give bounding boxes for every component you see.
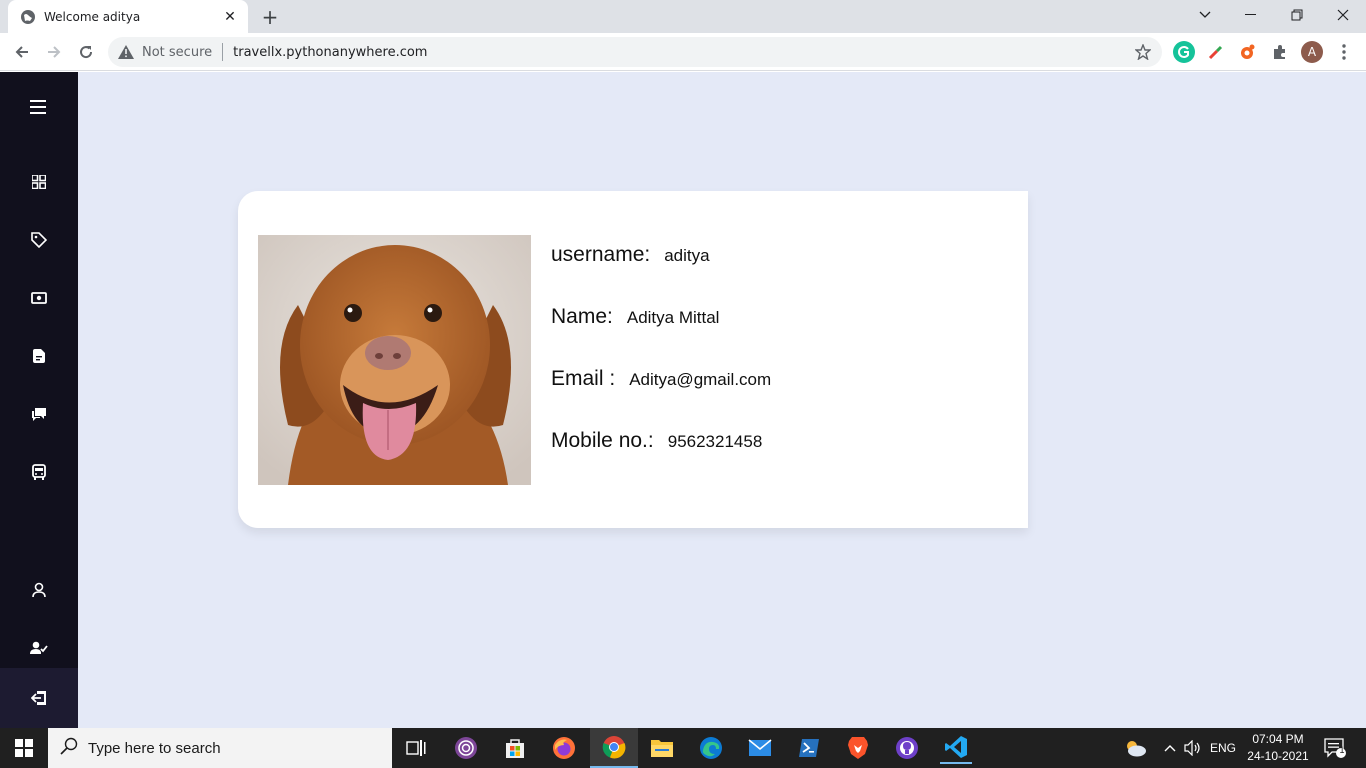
file-icon[interactable] [0,336,78,376]
file-explorer-icon[interactable] [646,732,678,764]
colorpick-extension-icon[interactable] [1205,41,1227,63]
edge-icon[interactable] [695,732,727,764]
search-icon [60,737,78,759]
browser-tab-strip: Welcome aditya ✕ + [0,0,1366,33]
chat-icon[interactable] [0,394,78,434]
taskbar-clock[interactable]: 07:04 PM 24-10-2021 [1240,731,1316,765]
username-label: username: [551,243,651,266]
tag-icon[interactable] [0,220,78,260]
firefox-icon[interactable] [548,732,580,764]
grammarly-icon[interactable] [1173,41,1195,63]
tab-title: Welcome aditya [44,9,141,24]
show-hidden-icons-icon[interactable] [1160,728,1180,768]
microsoft-store-icon[interactable] [499,732,531,764]
address-bar[interactable]: Not secure travellx.pythonanywhere.com [108,37,1162,67]
taskbar: Type here to search ENG 07:04 PM 24-10-2… [0,728,1366,768]
profile-photo [258,235,531,485]
grid-icon[interactable] [0,162,78,202]
reload-icon[interactable] [74,40,98,64]
user-icon[interactable] [0,570,78,610]
back-icon[interactable] [10,40,34,64]
menu-icon[interactable] [0,87,78,127]
task-view-icon[interactable] [400,732,432,764]
vscode-icon[interactable] [940,732,972,764]
browser-toolbar: Not secure travellx.pythonanywhere.com A [0,33,1366,71]
globe-icon [20,9,36,25]
mail-icon[interactable] [744,732,776,764]
bus-icon[interactable] [0,452,78,492]
minimize-icon[interactable] [1228,0,1274,30]
profile-card: username: aditya Name: Aditya Mittal Ema… [238,191,1028,528]
security-label[interactable]: Not secure [142,45,212,60]
search-placeholder: Type here to search [88,739,221,757]
brave-icon[interactable] [842,732,874,764]
warning-icon[interactable] [118,44,134,60]
tor-browser-icon[interactable] [450,732,482,764]
windows-start-icon[interactable] [0,728,48,768]
name-row: Name: Aditya Mittal [551,305,719,329]
url-text[interactable]: travellx.pythonanywhere.com [233,45,427,60]
notifications-icon[interactable]: 1 [1320,728,1350,768]
page-content: username: aditya Name: Aditya Mittal Ema… [0,72,1366,728]
email-label: Email : [551,367,616,390]
wallet-icon[interactable] [0,278,78,318]
email-value: Aditya@gmail.com [629,370,772,389]
profile-avatar[interactable]: A [1301,41,1323,63]
browser-tab[interactable]: Welcome aditya ✕ [8,0,248,33]
sidebar [0,72,78,728]
more-menu-icon[interactable] [1333,41,1355,63]
restore-icon[interactable] [1274,0,1320,30]
clock-date: 24-10-2021 [1247,749,1309,763]
volume-icon[interactable] [1182,728,1204,768]
notification-count: 1 [1339,745,1345,755]
email-row: Email : Aditya@gmail.com [551,367,771,391]
close-window-icon[interactable] [1320,0,1366,30]
tab-search-icon[interactable] [1182,0,1228,30]
github-desktop-icon[interactable] [891,732,923,764]
language-indicator[interactable]: ENG [1207,728,1239,768]
close-tab-icon[interactable]: ✕ [222,9,238,25]
name-value: Aditya Mittal [626,308,720,327]
extensions-puzzle-icon[interactable] [1269,41,1291,63]
powershell-icon[interactable] [793,732,825,764]
username-value: aditya [664,246,710,265]
orange-extension-icon[interactable] [1237,41,1259,63]
mobile-row: Mobile no.: 9562321458 [551,429,762,453]
forward-icon[interactable] [42,40,66,64]
logout-icon[interactable] [0,668,78,728]
username-row: username: aditya [551,243,710,267]
taskbar-search-box[interactable]: Type here to search [48,728,392,768]
clock-time: 07:04 PM [1252,732,1304,746]
name-label: Name: [551,305,613,328]
mobile-label: Mobile no.: [551,429,654,452]
bookmark-star-icon[interactable] [1134,43,1152,61]
new-tab-button[interactable]: + [258,5,282,29]
divider [222,43,224,61]
chrome-taskbar-icon[interactable] [590,728,638,768]
user-check-icon[interactable] [0,628,78,668]
weather-icon[interactable] [1120,728,1150,768]
mobile-value: 9562321458 [667,432,763,451]
